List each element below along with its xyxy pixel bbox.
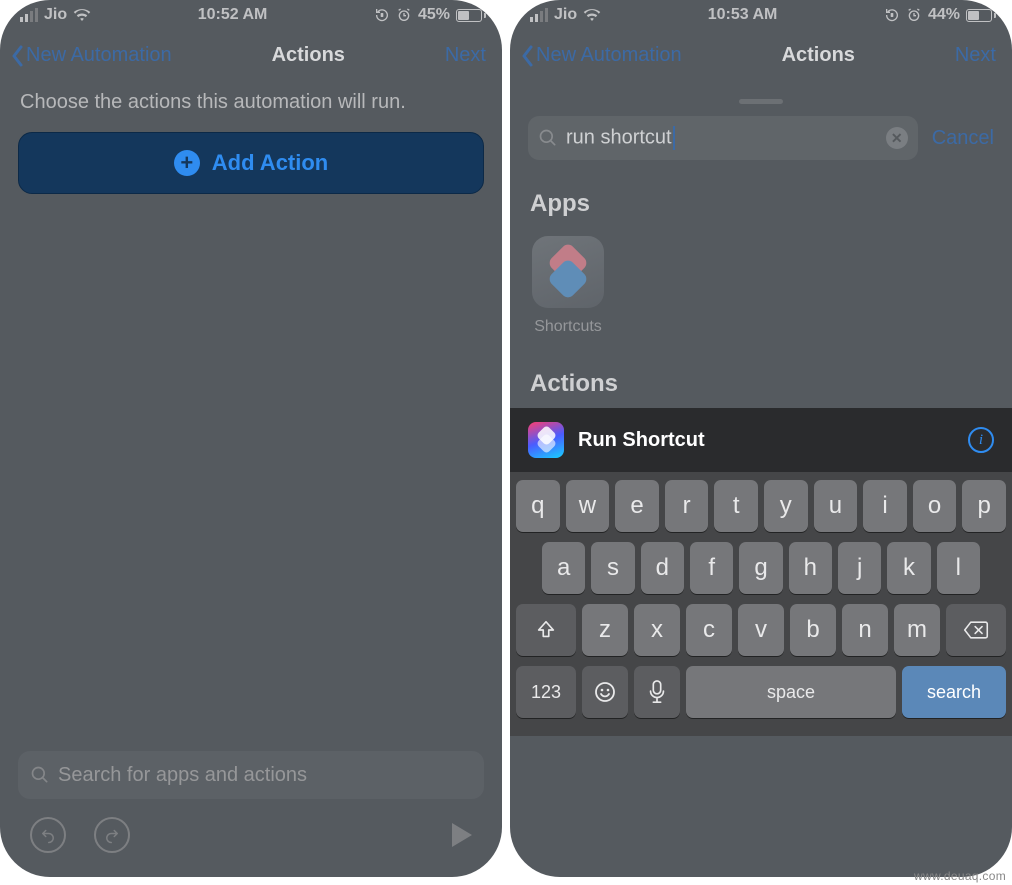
key-y[interactable]: y (764, 480, 808, 532)
redo-button[interactable] (94, 817, 130, 853)
space-key[interactable]: space (686, 666, 896, 718)
search-icon (538, 128, 558, 148)
shortcuts-action-icon (528, 422, 564, 458)
backspace-icon (963, 620, 989, 640)
key-w[interactable]: w (566, 480, 610, 532)
phone-left: Jio 10:52 AM 45% New Automation Actions … (0, 0, 502, 877)
numbers-key[interactable]: 123 (516, 666, 576, 718)
app-shortcuts[interactable]: Shortcuts (530, 236, 606, 336)
key-o[interactable]: o (913, 480, 957, 532)
shift-icon (535, 619, 557, 641)
wifi-icon (583, 8, 601, 22)
back-label: New Automation (26, 44, 172, 67)
back-label: New Automation (536, 44, 682, 67)
carrier-label: Jio (554, 6, 577, 24)
key-a[interactable]: a (542, 542, 585, 594)
key-d[interactable]: d (641, 542, 684, 594)
shift-key[interactable] (516, 604, 576, 656)
actions-section-title: Actions (510, 356, 1012, 408)
key-r[interactable]: r (665, 480, 709, 532)
nav-bar: New Automation Actions Next (0, 26, 502, 85)
backspace-key[interactable] (946, 604, 1006, 656)
run-button[interactable] (452, 823, 472, 847)
key-e[interactable]: e (615, 480, 659, 532)
add-action-button[interactable]: + Add Action (18, 132, 484, 194)
shortcuts-app-icon (532, 236, 604, 308)
key-g[interactable]: g (739, 542, 782, 594)
search-field[interactable]: Search for apps and actions (18, 751, 484, 799)
search-placeholder: Search for apps and actions (58, 764, 307, 787)
phone-right: Jio 10:53 AM 44% New Automation Actions … (510, 0, 1012, 877)
emoji-icon (593, 680, 617, 704)
apps-section-title: Apps (510, 176, 1012, 228)
emoji-key[interactable] (582, 666, 628, 718)
keyboard: qwertyuiop asdfghjkl zxcvbnm 123 (510, 472, 1012, 736)
battery-icon (456, 9, 486, 22)
key-h[interactable]: h (789, 542, 832, 594)
chevron-left-icon (520, 45, 534, 67)
mic-icon (647, 680, 667, 704)
status-bar: Jio 10:52 AM 45% (0, 0, 502, 26)
key-l[interactable]: l (937, 542, 980, 594)
key-v[interactable]: v (738, 604, 784, 656)
nav-bar: New Automation Actions Next (510, 26, 1012, 85)
key-q[interactable]: q (516, 480, 560, 532)
search-key[interactable]: search (902, 666, 1006, 718)
search-icon (30, 765, 50, 785)
key-b[interactable]: b (790, 604, 836, 656)
signal-icon (530, 8, 548, 22)
sheet-grabber[interactable] (739, 99, 783, 104)
key-j[interactable]: j (838, 542, 881, 594)
battery-icon (966, 9, 996, 22)
signal-icon (20, 8, 38, 22)
orientation-lock-icon (374, 7, 390, 23)
app-label: Shortcuts (534, 318, 602, 336)
add-action-label: Add Action (212, 150, 329, 176)
key-x[interactable]: x (634, 604, 680, 656)
action-run-shortcut[interactable]: Run Shortcut i (510, 408, 1012, 472)
dictation-key[interactable] (634, 666, 680, 718)
bottom-controls (0, 811, 502, 859)
alarm-icon (906, 7, 922, 23)
wifi-icon (73, 8, 91, 22)
key-f[interactable]: f (690, 542, 733, 594)
back-button[interactable]: New Automation (520, 44, 682, 67)
battery-percent: 45% (418, 6, 450, 24)
battery-percent: 44% (928, 6, 960, 24)
key-m[interactable]: m (894, 604, 940, 656)
search-query: run shortcut (566, 126, 878, 150)
search-input[interactable]: run shortcut ✕ (528, 116, 918, 160)
action-label: Run Shortcut (578, 429, 954, 452)
key-t[interactable]: t (714, 480, 758, 532)
plus-circle-icon: + (174, 150, 200, 176)
page-title: Actions (272, 44, 345, 67)
orientation-lock-icon (884, 7, 900, 23)
text-caret (673, 126, 675, 150)
clock-label: 10:53 AM (708, 6, 778, 24)
page-title: Actions (782, 44, 855, 67)
info-button[interactable]: i (968, 427, 994, 453)
clock-label: 10:52 AM (198, 6, 268, 24)
chevron-left-icon (10, 45, 24, 67)
key-z[interactable]: z (582, 604, 628, 656)
instruction-text: Choose the actions this automation will … (0, 85, 502, 132)
next-button[interactable]: Next (955, 44, 996, 67)
carrier-label: Jio (44, 6, 67, 24)
key-u[interactable]: u (814, 480, 858, 532)
cancel-button[interactable]: Cancel (932, 127, 994, 150)
key-k[interactable]: k (887, 542, 930, 594)
key-p[interactable]: p (962, 480, 1006, 532)
status-bar: Jio 10:53 AM 44% (510, 0, 1012, 26)
back-button[interactable]: New Automation (10, 44, 172, 67)
clear-search-button[interactable]: ✕ (886, 127, 908, 149)
key-n[interactable]: n (842, 604, 888, 656)
undo-button[interactable] (30, 817, 66, 853)
watermark: www.deuaq.com (914, 869, 1006, 883)
key-s[interactable]: s (591, 542, 634, 594)
alarm-icon (396, 7, 412, 23)
next-button[interactable]: Next (445, 44, 486, 67)
key-i[interactable]: i (863, 480, 907, 532)
key-c[interactable]: c (686, 604, 732, 656)
